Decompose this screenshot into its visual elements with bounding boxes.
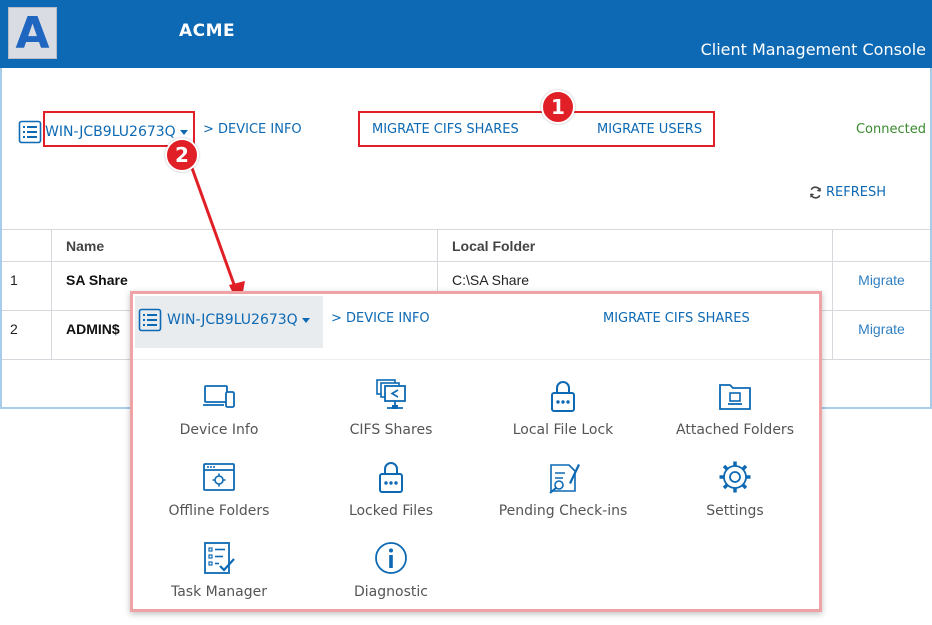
task-manager-icon	[204, 542, 235, 574]
refresh-button[interactable]: REFRESH	[808, 185, 886, 200]
tile-device-info[interactable]: Device Info	[133, 378, 305, 458]
tile-label: Settings	[706, 503, 764, 519]
tile-label: Offline Folders	[168, 503, 270, 519]
tile-label: Attached Folders	[676, 422, 794, 438]
migrate-link[interactable]: Migrate	[833, 262, 930, 310]
diagnostic-icon	[375, 542, 407, 574]
app-header: A ACME Client Management Console	[0, 0, 932, 68]
refresh-label: REFRESH	[826, 185, 886, 200]
popup-toolbar: WIN-JCB9LU2673Q > DEVICE INFO MIGRATE CI…	[133, 294, 819, 360]
tile-label: Pending Check-ins	[498, 503, 628, 519]
popup-device-info-link[interactable]: > DEVICE INFO	[331, 311, 430, 326]
tile-offline-folders[interactable]: Offline Folders	[133, 459, 305, 539]
popup-device-name: WIN-JCB9LU2673Q	[167, 312, 298, 328]
locked-files-icon	[379, 462, 403, 493]
table-header-row: Name Local Folder	[2, 230, 930, 262]
device-info-link[interactable]: > DEVICE INFO	[203, 122, 302, 137]
popup-device-selector[interactable]: WIN-JCB9LU2673Q	[138, 308, 310, 332]
connection-status: Connected	[855, 122, 926, 137]
tile-diagnostic[interactable]: Diagnostic	[305, 540, 477, 620]
callout-badge-2: 2	[165, 138, 199, 172]
cifs-shares-icon	[376, 379, 406, 409]
column-header-index	[2, 230, 52, 261]
tile-label: Device Info	[179, 422, 259, 438]
chevron-down-icon	[301, 317, 310, 323]
refresh-icon	[810, 186, 821, 199]
tile-pending-checkins[interactable]: Pending Check-ins	[477, 459, 649, 539]
tile-locked-files[interactable]: Locked Files	[305, 459, 477, 539]
tile-cifs-shares[interactable]: CIFS Shares	[305, 378, 477, 458]
device-menu-popup: WIN-JCB9LU2673Q > DEVICE INFO MIGRATE CI…	[130, 291, 822, 612]
row-index: 2	[2, 311, 52, 359]
device-info-icon	[203, 385, 235, 408]
column-header-local-folder[interactable]: Local Folder	[438, 230, 833, 261]
acme-logo: A	[8, 7, 57, 59]
tile-task-manager[interactable]: Task Manager	[133, 540, 305, 620]
row-index: 1	[2, 262, 52, 310]
console-title: Client Management Console	[700, 40, 926, 59]
brand-name: ACME	[179, 21, 236, 41]
device-list-icon	[18, 120, 42, 144]
tile-label: Diagnostic	[354, 584, 428, 600]
migrate-link[interactable]: Migrate	[833, 311, 930, 359]
tile-label: Locked Files	[348, 503, 434, 519]
tile-local-file-lock[interactable]: Local File Lock	[477, 378, 649, 458]
popup-migrate-cifs-shares-link[interactable]: MIGRATE CIFS SHARES	[603, 311, 750, 326]
tile-label: Task Manager	[170, 584, 268, 600]
settings-icon	[719, 461, 751, 493]
callout-badge-1: 1	[541, 90, 575, 124]
pending-checkins-icon	[549, 464, 580, 494]
column-header-action	[833, 230, 930, 261]
column-header-name[interactable]: Name	[52, 230, 438, 261]
tile-label: Local File Lock	[512, 422, 614, 438]
tile-label: CIFS Shares	[349, 422, 433, 438]
migrate-links-highlight	[358, 111, 715, 147]
tile-settings[interactable]: Settings	[649, 459, 821, 539]
logo-letter: A	[15, 8, 50, 59]
offline-folders-icon	[203, 463, 235, 491]
tile-attached-folders[interactable]: Attached Folders	[649, 378, 821, 458]
attached-folders-icon	[719, 384, 751, 410]
device-list-icon	[138, 308, 162, 332]
local-file-lock-icon	[551, 381, 575, 412]
